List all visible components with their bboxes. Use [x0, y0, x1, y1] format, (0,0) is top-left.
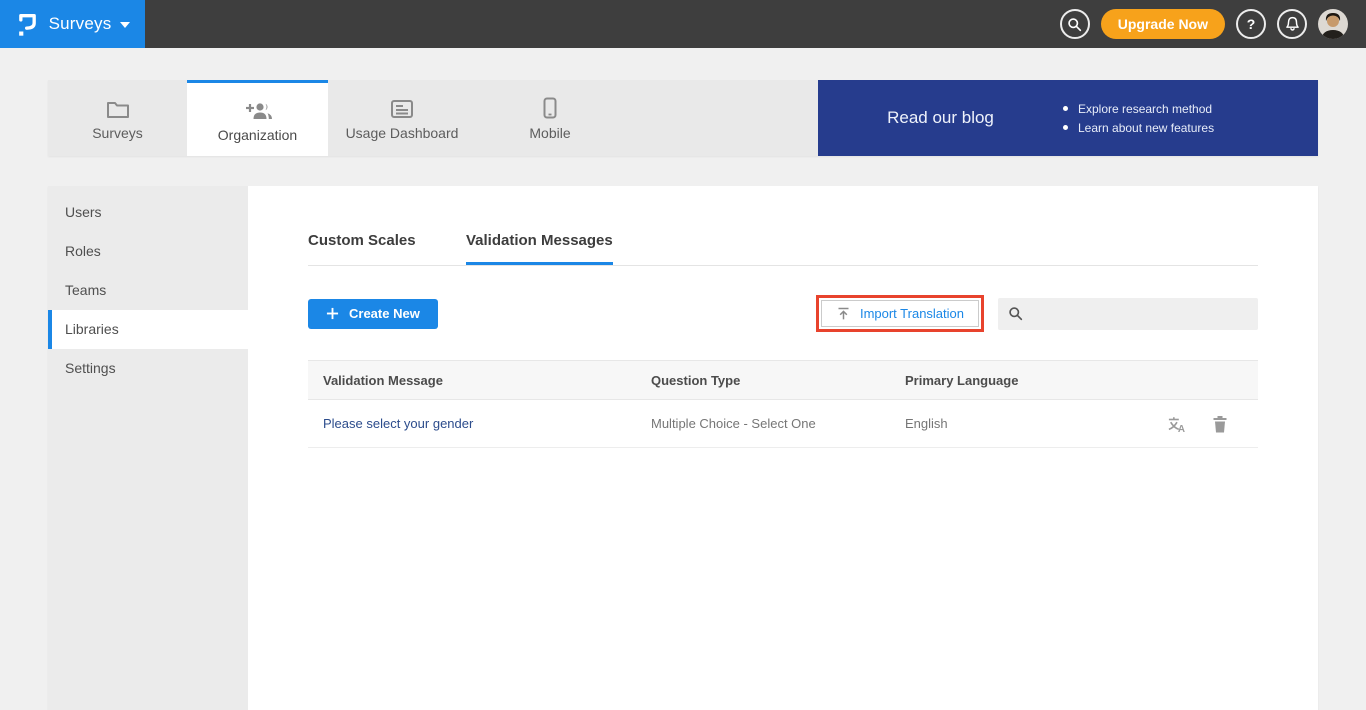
- user-avatar[interactable]: [1318, 9, 1348, 39]
- mobile-icon: [543, 95, 557, 119]
- toolbar: Create New Import Translation: [308, 295, 1258, 332]
- blog-promo-bullets: Explore research method Learn about new …: [1063, 97, 1214, 140]
- search-icon: [1008, 306, 1023, 321]
- row-actions: A: [1138, 415, 1258, 433]
- toolbar-right: Import Translation: [816, 295, 1258, 332]
- settings-sidebar: Users Roles Teams Libraries Settings: [48, 186, 248, 710]
- tab-validation-messages[interactable]: Validation Messages: [466, 232, 613, 265]
- sidebar-item-libraries[interactable]: Libraries: [48, 310, 248, 349]
- header-validation-message: Validation Message: [308, 373, 651, 388]
- bell-icon: [1285, 16, 1300, 32]
- upgrade-now-button[interactable]: Upgrade Now: [1101, 9, 1225, 39]
- topbar-actions: Upgrade Now ?: [1060, 9, 1366, 39]
- search-input[interactable]: [1031, 306, 1248, 321]
- sidebar-item-users[interactable]: Users: [48, 193, 248, 232]
- table-header-row: Validation Message Question Type Primary…: [308, 360, 1258, 400]
- help-button[interactable]: ?: [1236, 9, 1266, 39]
- nav-tab-usage-dashboard[interactable]: Usage Dashboard: [328, 80, 476, 156]
- dashboard-icon: [390, 95, 414, 119]
- nav-tab-organization[interactable]: Organization: [187, 80, 328, 156]
- folder-icon: [106, 95, 130, 119]
- translate-icon[interactable]: A: [1167, 415, 1187, 433]
- blog-promo-banner[interactable]: Read our blog Explore research method Le…: [818, 80, 1318, 156]
- top-bar: Surveys Upgrade Now ?: [0, 0, 1366, 48]
- question-mark-icon: ?: [1247, 16, 1256, 32]
- nav-tab-surveys[interactable]: Surveys: [48, 80, 187, 156]
- table-search: [998, 298, 1258, 330]
- search-icon: [1067, 17, 1082, 32]
- create-new-button[interactable]: Create New: [308, 299, 438, 329]
- avatar-photo: [1318, 9, 1348, 39]
- product-label: Surveys: [49, 14, 112, 34]
- validation-messages-table: Validation Message Question Type Primary…: [308, 360, 1258, 448]
- table-row: Please select your gender Multiple Choic…: [308, 400, 1258, 448]
- validation-message-link[interactable]: Please select your gender: [323, 416, 473, 431]
- sidebar-item-teams[interactable]: Teams: [48, 271, 248, 310]
- nav-tab-label: Usage Dashboard: [346, 125, 459, 141]
- primary-language-cell: English: [905, 416, 1138, 431]
- questionpro-logo-icon: [15, 9, 40, 39]
- promo-bullet: Explore research method: [1063, 102, 1214, 116]
- nav-tab-label: Surveys: [92, 125, 143, 141]
- notifications-button[interactable]: [1277, 9, 1307, 39]
- add-people-icon: [243, 97, 273, 121]
- nav-tab-label: Organization: [218, 127, 297, 143]
- chevron-down-icon: [120, 22, 130, 28]
- bullet-dot: [1063, 125, 1068, 130]
- import-upload-icon: [836, 306, 851, 321]
- svg-text:A: A: [1178, 424, 1185, 433]
- bullet-dot: [1063, 106, 1068, 111]
- product-switcher[interactable]: Surveys: [0, 0, 145, 48]
- header-question-type: Question Type: [651, 373, 905, 388]
- promo-bullet: Learn about new features: [1063, 121, 1214, 135]
- main-card: Users Roles Teams Libraries Settings Cus…: [48, 186, 1318, 710]
- module-nav-card: Surveys Organization Usage Dashboard: [48, 80, 1318, 156]
- question-type-cell: Multiple Choice - Select One: [651, 416, 905, 431]
- libraries-content: Custom Scales Validation Messages Create…: [248, 186, 1318, 710]
- sidebar-item-roles[interactable]: Roles: [48, 232, 248, 271]
- import-translation-button[interactable]: Import Translation: [821, 300, 979, 327]
- libraries-tabs: Custom Scales Validation Messages: [308, 232, 1258, 266]
- search-button[interactable]: [1060, 9, 1090, 39]
- tab-custom-scales[interactable]: Custom Scales: [308, 232, 416, 262]
- nav-tab-label: Mobile: [529, 125, 570, 141]
- plus-icon: [326, 307, 339, 320]
- annotation-highlight-box: Import Translation: [816, 295, 984, 332]
- blog-promo-title: Read our blog: [818, 108, 1063, 128]
- header-primary-language: Primary Language: [905, 373, 1138, 388]
- nav-tab-mobile[interactable]: Mobile: [476, 80, 624, 156]
- sidebar-item-settings[interactable]: Settings: [48, 349, 248, 388]
- delete-icon[interactable]: [1212, 415, 1228, 433]
